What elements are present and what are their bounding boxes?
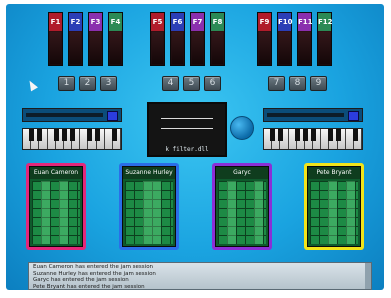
fkey-f11-label: F11 bbox=[298, 13, 313, 31]
pad-9: 9 bbox=[310, 76, 327, 91]
player-panel-1[interactable]: Euan Cameron bbox=[26, 163, 86, 250]
jam-session-window: F1 F2 F3 F4 F5 F6 F7 F8 F9 F10 F11 F12 1… bbox=[6, 4, 384, 290]
fkey-f2-label: F2 bbox=[69, 13, 82, 31]
pad-8[interactable]: 8 bbox=[289, 76, 306, 91]
fkey-f6-label: F6 bbox=[171, 13, 184, 31]
fkey-f3-label: F3 bbox=[89, 13, 102, 31]
log-scrollbar[interactable] bbox=[365, 263, 371, 289]
player-3-sequencer-grid[interactable] bbox=[218, 181, 266, 244]
session-log: Euan Cameron has entered the jam session… bbox=[28, 262, 372, 290]
fkey-f10-label: F10 bbox=[278, 13, 293, 31]
fkey-f8[interactable]: F8 bbox=[210, 12, 225, 66]
fkey-f5-label: F5 bbox=[151, 13, 164, 31]
fkey-f4-label: F4 bbox=[109, 13, 122, 31]
pad-1[interactable]: 1 bbox=[58, 76, 75, 91]
fkey-f1-label: F1 bbox=[49, 13, 62, 31]
player-panel-2[interactable]: Suzanne Hurley bbox=[119, 163, 179, 250]
pad-6[interactable]: 6 bbox=[204, 76, 221, 91]
right-slider[interactable] bbox=[263, 108, 363, 122]
fkey-f11[interactable]: F11 bbox=[297, 12, 313, 66]
pad-7[interactable]: 7 bbox=[268, 76, 285, 91]
pad-2[interactable]: 2 bbox=[79, 76, 96, 91]
fkey-f8-label: F8 bbox=[211, 13, 224, 31]
player-2-sequencer-grid[interactable] bbox=[125, 181, 173, 244]
player-4-sequencer-grid[interactable] bbox=[310, 181, 358, 244]
fkey-f7[interactable]: F7 bbox=[190, 12, 205, 66]
player-2-name: Suzanne Hurley bbox=[123, 167, 175, 179]
player-panel-3[interactable]: Garyc bbox=[212, 163, 272, 250]
left-slider-thumb[interactable] bbox=[107, 111, 118, 121]
right-slider-track bbox=[267, 113, 344, 117]
fkey-f9[interactable]: F9 bbox=[257, 12, 272, 66]
log-entry: Pete Bryant has entered the jam session bbox=[33, 283, 145, 290]
mouse-cursor-icon bbox=[26, 78, 38, 92]
volume-knob[interactable] bbox=[230, 116, 254, 140]
pad-5[interactable]: 5 bbox=[183, 76, 200, 91]
player-1-name: Euan Cameron bbox=[30, 167, 82, 179]
fkey-f5[interactable]: F5 bbox=[150, 12, 165, 66]
fkey-f7-label: F7 bbox=[191, 13, 204, 31]
display-filter-label: k filter.dll bbox=[165, 146, 209, 153]
right-slider-thumb[interactable] bbox=[348, 111, 359, 121]
fkey-f2[interactable]: F2 bbox=[68, 12, 83, 66]
right-keyboard[interactable] bbox=[263, 128, 363, 150]
fkey-f12[interactable]: F12 bbox=[317, 12, 333, 66]
fkey-f1[interactable]: F1 bbox=[48, 12, 63, 66]
fkey-f10[interactable]: F10 bbox=[277, 12, 293, 66]
left-keyboard[interactable] bbox=[22, 128, 122, 150]
fkey-f3[interactable]: F3 bbox=[88, 12, 103, 66]
player-4-name: Pete Bryant bbox=[308, 167, 360, 179]
display-screen: k filter.dll bbox=[147, 102, 227, 157]
player-1-sequencer-grid[interactable] bbox=[32, 181, 80, 244]
left-slider-track bbox=[26, 113, 103, 117]
fkey-f4[interactable]: F4 bbox=[108, 12, 123, 66]
fkey-f9-label: F9 bbox=[258, 13, 271, 31]
player-3-name: Garyc bbox=[216, 167, 268, 179]
pad-3[interactable]: 3 bbox=[100, 76, 117, 91]
player-panel-4[interactable]: Pete Bryant bbox=[304, 163, 364, 250]
pad-4[interactable]: 4 bbox=[162, 76, 179, 91]
fkey-f12-label: F12 bbox=[318, 13, 333, 31]
fkey-f6[interactable]: F6 bbox=[170, 12, 185, 66]
left-slider[interactable] bbox=[22, 108, 122, 122]
